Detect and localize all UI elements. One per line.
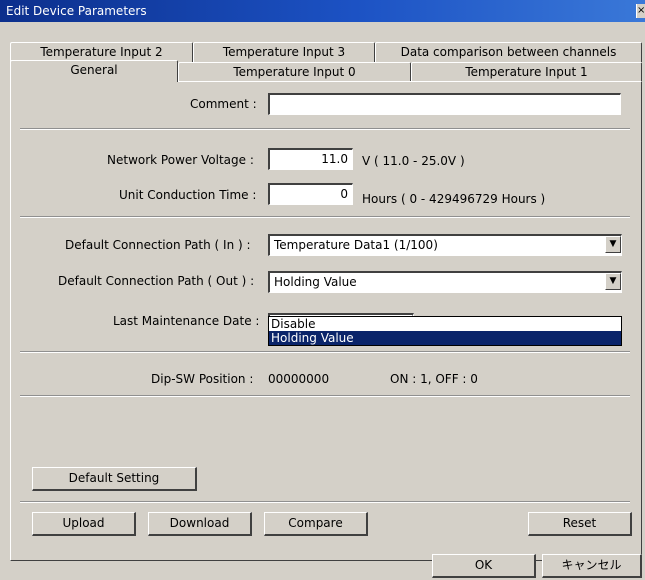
title-bar: Edit Device Parameters × [0,0,645,22]
voltage-field[interactable]: 11.0 [268,148,353,170]
dipsw-label: Dip-SW Position : [151,372,254,386]
path-out-dropdown[interactable]: Disable Holding Value [268,316,622,346]
dipsw-value: 00000000 [268,372,330,386]
compare-button[interactable]: Compare [264,512,368,536]
tab-general[interactable]: General [10,60,178,82]
dropdown-option-holding-value[interactable]: Holding Value [269,331,621,345]
tab-temperature-input-0[interactable]: Temperature Input 0 [178,62,411,82]
path-out-select[interactable]: Holding Value ▼ [268,271,622,293]
conduction-field[interactable]: 0 [268,183,353,205]
default-setting-button[interactable]: Default Setting [32,467,197,491]
comment-label: Comment : [190,97,257,111]
dialog-body: Temperature Input 2 Temperature Input 3 … [0,22,645,580]
dipsw-legend: ON : 1, OFF : 0 [390,372,478,386]
path-in-label: Default Connection Path ( In ) : [65,238,251,252]
voltage-label: Network Power Voltage : [107,153,254,167]
window-title: Edit Device Parameters [6,4,147,18]
path-in-value: Temperature Data1 (1/100) [274,238,438,252]
divider [20,501,630,503]
reset-button[interactable]: Reset [528,512,632,536]
dropdown-option-disable[interactable]: Disable [269,317,621,331]
path-out-value: Holding Value [274,275,357,289]
cancel-button[interactable]: キャンセル [542,554,642,578]
tab-data-comparison[interactable]: Data comparison between channels [375,42,642,62]
chevron-down-icon[interactable]: ▼ [605,273,621,290]
path-in-select[interactable]: Temperature Data1 (1/100) ▼ [268,234,622,256]
maintenance-label: Last Maintenance Date : [113,314,260,328]
divider [20,128,630,130]
voltage-range-label: V ( 11.0 - 25.0V ) [362,154,465,168]
chevron-down-icon[interactable]: ▼ [605,236,621,253]
divider [20,216,630,218]
divider [20,395,630,397]
tab-temperature-input-1[interactable]: Temperature Input 1 [411,62,642,82]
download-button[interactable]: Download [148,512,252,536]
close-icon[interactable]: × [636,4,645,18]
comment-field[interactable] [268,93,621,115]
tab-temperature-input-2[interactable]: Temperature Input 2 [10,42,193,62]
conduction-label: Unit Conduction Time : [119,188,257,202]
divider [20,351,630,353]
upload-button[interactable]: Upload [32,512,136,536]
path-out-label: Default Connection Path ( Out ) : [58,274,255,288]
ok-button[interactable]: OK [432,554,536,578]
tab-temperature-input-3[interactable]: Temperature Input 3 [193,42,375,62]
conduction-range-label: Hours ( 0 - 429496729 Hours ) [362,192,546,206]
